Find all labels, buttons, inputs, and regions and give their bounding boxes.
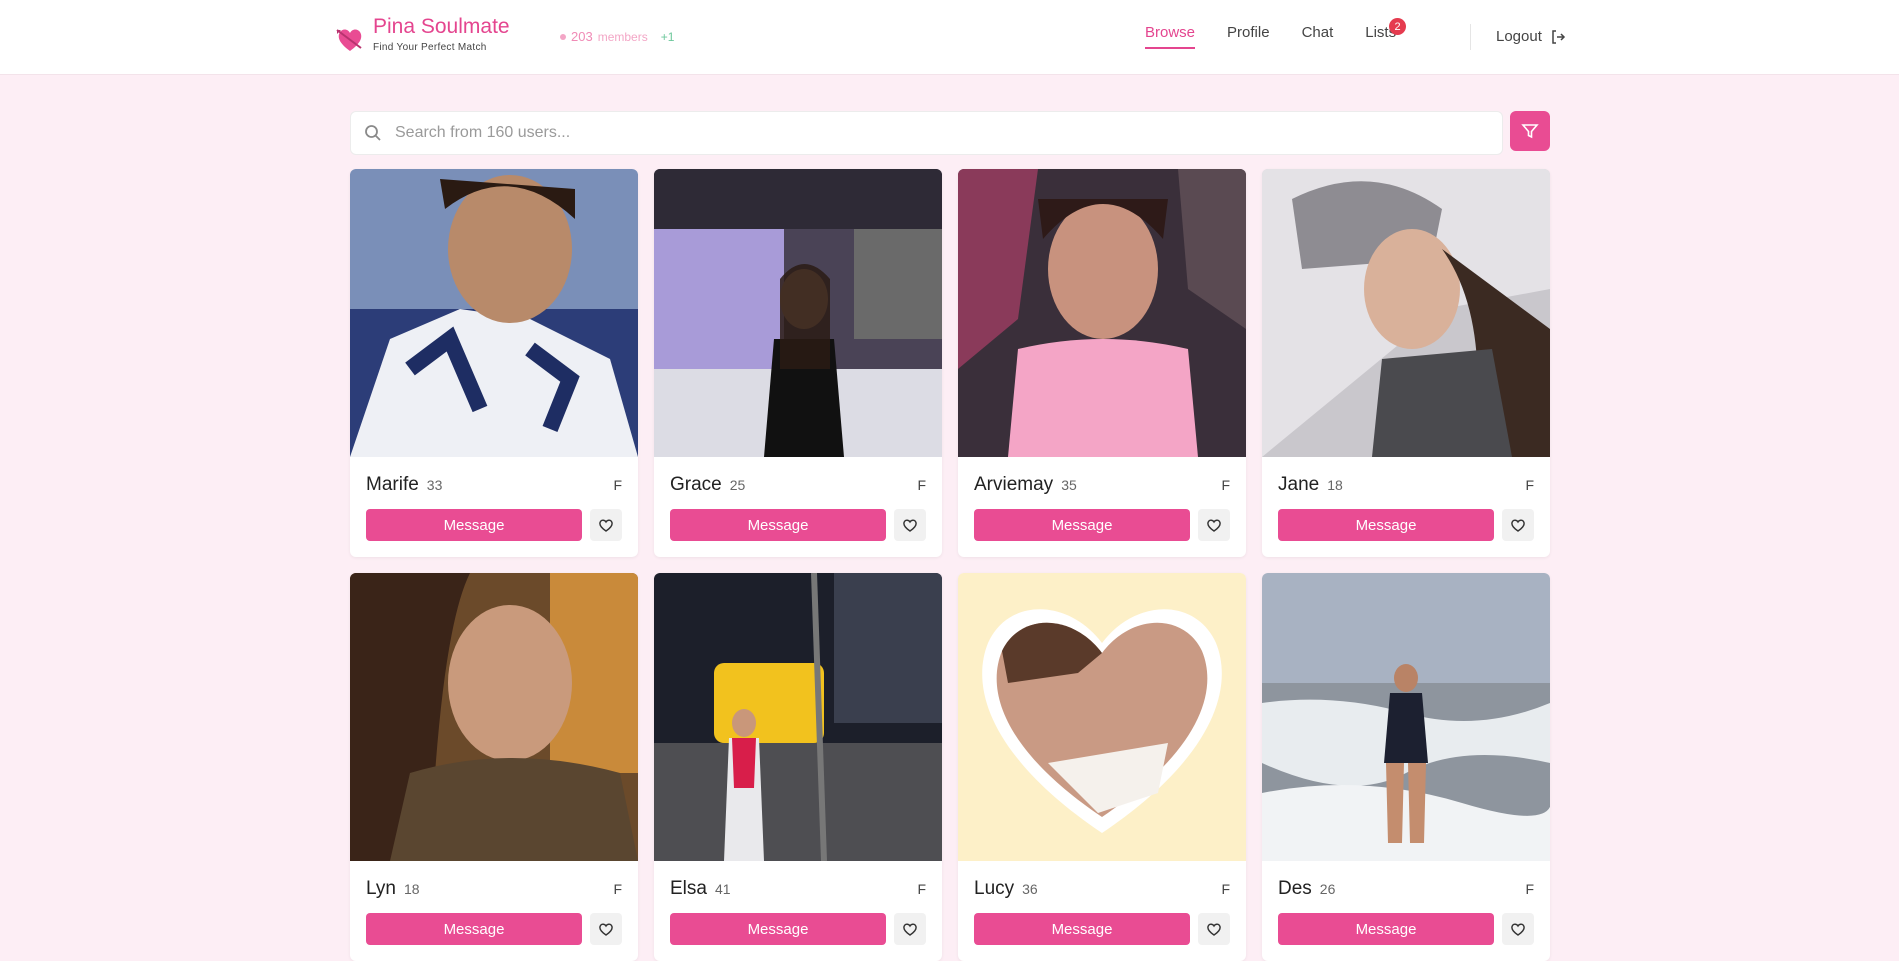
message-button[interactable]: Message [974,509,1190,541]
favorite-button[interactable] [894,509,926,541]
heart-icon [903,923,917,936]
profile-card[interactable]: Jane 18 F Message [1262,169,1550,557]
profile-photo[interactable] [1262,169,1550,457]
heart-icon [1207,519,1221,532]
member-count-value: 203 [571,29,593,44]
favorite-button[interactable] [1198,509,1230,541]
member-count-label: members [597,29,648,44]
message-button[interactable]: Message [1278,913,1494,945]
nav-chat[interactable]: Chat [1302,24,1334,49]
profile-info: Grace 25 F Message [654,457,942,557]
profile-info: Des 26 F Message [1262,861,1550,961]
brand-title: Pina Soulmate [373,15,510,38]
favorite-button[interactable] [1502,509,1534,541]
logout-button[interactable]: Logout [1496,28,1566,45]
member-delta: +1 [660,29,675,44]
profile-age: 36 [1022,881,1038,897]
lists-count-badge: 2 [1389,18,1407,35]
profile-gender: F [917,881,926,897]
profile-gender: F [917,477,926,493]
heart-icon [599,923,613,936]
brand[interactable]: Pina Soulmate Find Your Perfect Match [335,14,510,54]
profile-card[interactable]: Marife 33 F Message [350,169,638,557]
nav-browse[interactable]: Browse [1145,24,1196,49]
profile-info: Lucy 36 F Message [958,861,1246,961]
profile-name: Lyn [366,878,396,899]
message-button[interactable]: Message [670,509,886,541]
profile-info: Elsa 41 F Message [654,861,942,961]
profile-info: Lyn 18 F Message [350,861,638,961]
main-nav: Browse Profile Chat Lists 2 [1145,18,1407,49]
brand-tagline: Find Your Perfect Match [373,42,487,53]
heart-icon [903,519,917,532]
member-count: 203 members +1 [560,29,674,44]
profile-name: Jane [1278,474,1320,495]
profile-card[interactable]: Grace 25 F Message [654,169,942,557]
profile-gender: F [1221,477,1230,493]
heart-icon [1511,923,1525,936]
profile-grid: Marife 33 F Message Grace 25 F Message A… [350,169,1550,961]
heart-arrow-logo-icon [336,29,362,51]
profile-photo[interactable] [654,169,942,457]
profile-age: 18 [403,881,420,897]
profile-age: 33 [426,477,443,493]
message-button[interactable]: Message [974,913,1190,945]
profile-photo[interactable] [1262,573,1550,861]
profile-photo[interactable] [350,573,638,861]
heart-icon [599,519,613,532]
profile-card[interactable]: Lyn 18 F Message [350,573,638,961]
profile-age: 26 [1319,881,1336,897]
profile-info: Jane 18 F Message [1262,457,1550,557]
heart-icon [1511,519,1525,532]
favorite-button[interactable] [894,913,926,945]
favorite-button[interactable] [590,509,622,541]
online-dot-icon [560,33,566,40]
profile-age: 35 [1061,477,1077,493]
favorite-button[interactable] [590,913,622,945]
favorite-button[interactable] [1198,913,1230,945]
search-icon [365,125,381,141]
logout-icon [1552,29,1565,44]
profile-photo[interactable] [654,573,942,861]
profile-age: 41 [714,881,731,897]
profile-name: Marife [366,474,419,495]
profile-info: Marife 33 F Message [350,457,638,557]
profile-card[interactable]: Arviemay 35 F Message [958,169,1246,557]
logout-label: Logout [1496,28,1542,45]
profile-name: Elsa [670,878,707,899]
message-button[interactable]: Message [670,913,886,945]
profile-card[interactable]: Lucy 36 F Message [958,573,1246,961]
profile-gender: F [613,881,622,897]
profile-gender: F [1525,477,1534,493]
profile-photo[interactable] [958,169,1246,457]
profile-gender: F [613,477,622,493]
search-bar [350,111,1503,155]
profile-age: 25 [729,477,746,493]
message-button[interactable]: Message [366,509,582,541]
filter-button[interactable] [1510,111,1550,151]
profile-card[interactable]: Des 26 F Message [1262,573,1550,961]
profile-name: Arviemay [974,474,1054,495]
top-bar: Pina Soulmate Find Your Perfect Match 20… [0,0,1899,75]
heart-icon [1207,923,1221,936]
profile-gender: F [1525,881,1534,897]
profile-card[interactable]: Elsa 41 F Message [654,573,942,961]
favorite-button[interactable] [1502,913,1534,945]
profile-age: 18 [1327,477,1343,493]
search-input[interactable] [393,123,1502,143]
message-button[interactable]: Message [366,913,582,945]
profile-name: Lucy [974,878,1015,899]
profile-gender: F [1221,881,1230,897]
profile-name: Des [1278,878,1312,899]
profile-name: Grace [670,474,722,495]
profile-photo[interactable] [350,169,638,457]
filter-icon [1521,124,1539,139]
profile-info: Arviemay 35 F Message [958,457,1246,557]
nav-lists[interactable]: Lists 2 [1365,18,1407,49]
message-button[interactable]: Message [1278,509,1494,541]
profile-photo[interactable] [958,573,1246,861]
nav-profile[interactable]: Profile [1227,24,1270,49]
nav-divider [1470,24,1471,50]
